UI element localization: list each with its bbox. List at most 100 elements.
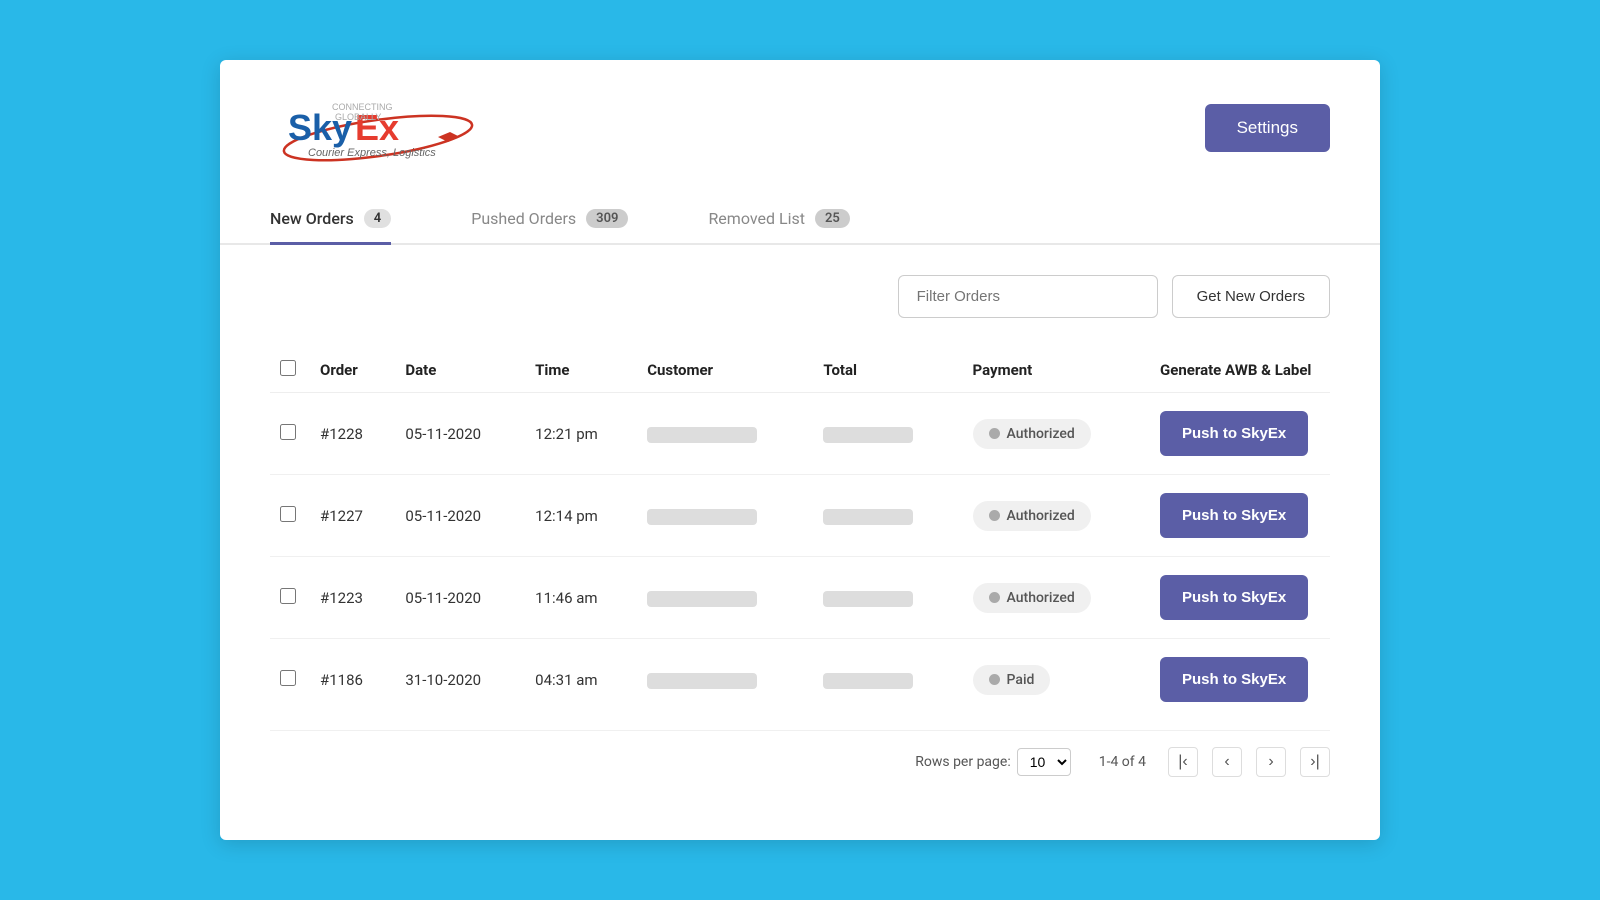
last-page-button[interactable]: ›| <box>1300 747 1330 777</box>
page-info: 1-4 of 4 <box>1099 754 1146 770</box>
rows-per-page-label: Rows per page: 10 25 50 <box>915 748 1076 776</box>
row-payment-1228: Authorized <box>963 393 1150 475</box>
payment-badge-1186: Paid <box>973 665 1051 695</box>
col-date: Date <box>395 348 525 393</box>
svg-text:CONNECTING: CONNECTING <box>332 102 393 112</box>
tab-new-orders-badge: 4 <box>364 209 391 228</box>
tab-pushed-orders-label: Pushed Orders <box>471 209 576 228</box>
col-payment: Payment <box>963 348 1150 393</box>
row-checkbox-1228[interactable] <box>280 424 296 440</box>
row-customer-1186 <box>637 639 813 721</box>
row-checkbox-cell <box>270 639 310 721</box>
row-checkbox-cell <box>270 475 310 557</box>
row-date-1186: 31-10-2020 <box>395 639 525 721</box>
tab-new-orders[interactable]: New Orders 4 <box>270 195 391 245</box>
row-time-1227: 12:14 pm <box>525 475 637 557</box>
total-blurred-1186 <box>823 673 913 689</box>
row-payment-1223: Authorized <box>963 557 1150 639</box>
row-customer-1228 <box>637 393 813 475</box>
payment-badge-1223: Authorized <box>973 583 1091 613</box>
header: Sky Ex Courier Express, Logistics CONNEC… <box>220 60 1380 185</box>
payment-status-1228: Authorized <box>1007 426 1075 442</box>
pagination-bar: Rows per page: 10 25 50 1-4 of 4 |‹ ‹ › … <box>270 730 1330 777</box>
next-page-button[interactable]: › <box>1256 747 1286 777</box>
row-date-1223: 05-11-2020 <box>395 557 525 639</box>
payment-badge-1227: Authorized <box>973 501 1091 531</box>
orders-table: Order Date Time Customer Total Payment G… <box>270 348 1330 720</box>
row-total-1223 <box>813 557 962 639</box>
payment-badge-1228: Authorized <box>973 419 1091 449</box>
row-action-1223: Push to SkyEx <box>1150 557 1330 639</box>
row-date-1227: 05-11-2020 <box>395 475 525 557</box>
svg-text:Courier Express, Logistics: Courier Express, Logistics <box>308 147 436 159</box>
logo-area: Sky Ex Courier Express, Logistics CONNEC… <box>270 90 490 165</box>
row-action-1186: Push to SkyEx <box>1150 639 1330 721</box>
row-action-1228: Push to SkyEx <box>1150 393 1330 475</box>
tab-removed-list[interactable]: Removed List 25 <box>708 195 849 245</box>
row-order-1223: #1223 <box>310 557 395 639</box>
row-checkbox-1223[interactable] <box>280 588 296 604</box>
table-header-row: Order Date Time Customer Total Payment G… <box>270 348 1330 393</box>
row-customer-1227 <box>637 475 813 557</box>
content-area: Get New Orders Order Date Time Customer … <box>220 245 1380 807</box>
total-blurred-1223 <box>823 591 913 607</box>
customer-blurred-1223 <box>647 591 757 607</box>
tab-pushed-orders-badge: 309 <box>586 209 628 228</box>
row-customer-1223 <box>637 557 813 639</box>
toolbar: Get New Orders <box>270 275 1330 318</box>
row-total-1186 <box>813 639 962 721</box>
payment-status-1186: Paid <box>1007 672 1035 688</box>
rows-per-page-select[interactable]: 10 25 50 <box>1017 748 1071 776</box>
payment-dot-1186 <box>989 674 1000 685</box>
filter-orders-input[interactable] <box>898 275 1158 318</box>
row-order-1227: #1227 <box>310 475 395 557</box>
push-to-skyex-button-1227[interactable]: Push to SkyEx <box>1160 493 1308 538</box>
col-time: Time <box>525 348 637 393</box>
total-blurred-1228 <box>823 427 913 443</box>
col-total: Total <box>813 348 962 393</box>
push-to-skyex-button-1223[interactable]: Push to SkyEx <box>1160 575 1308 620</box>
table-row: #1228 05-11-2020 12:21 pm Authorized Pus… <box>270 393 1330 475</box>
table-row: #1227 05-11-2020 12:14 pm Authorized Pus… <box>270 475 1330 557</box>
row-order-1186: #1186 <box>310 639 395 721</box>
payment-dot-1227 <box>989 510 1000 521</box>
push-to-skyex-button-1228[interactable]: Push to SkyEx <box>1160 411 1308 456</box>
row-time-1228: 12:21 pm <box>525 393 637 475</box>
row-time-1186: 04:31 am <box>525 639 637 721</box>
payment-dot-1228 <box>989 428 1000 439</box>
tab-pushed-orders[interactable]: Pushed Orders 309 <box>471 195 628 245</box>
tab-new-orders-label: New Orders <box>270 209 354 228</box>
col-customer: Customer <box>637 348 813 393</box>
tab-removed-list-label: Removed List <box>708 209 805 228</box>
col-generate-awb: Generate AWB & Label <box>1150 348 1330 393</box>
row-checkbox-1227[interactable] <box>280 506 296 522</box>
row-payment-1227: Authorized <box>963 475 1150 557</box>
row-total-1227 <box>813 475 962 557</box>
payment-status-1223: Authorized <box>1007 590 1075 606</box>
main-card: Sky Ex Courier Express, Logistics CONNEC… <box>220 60 1380 840</box>
skyex-logo: Sky Ex Courier Express, Logistics CONNEC… <box>270 90 490 165</box>
settings-button[interactable]: Settings <box>1205 104 1330 152</box>
total-blurred-1227 <box>823 509 913 525</box>
payment-dot-1223 <box>989 592 1000 603</box>
payment-status-1227: Authorized <box>1007 508 1075 524</box>
get-new-orders-button[interactable]: Get New Orders <box>1172 275 1330 318</box>
row-checkbox-1186[interactable] <box>280 670 296 686</box>
tabs-bar: New Orders 4 Pushed Orders 309 Removed L… <box>220 195 1380 245</box>
row-checkbox-cell <box>270 557 310 639</box>
row-date-1228: 05-11-2020 <box>395 393 525 475</box>
select-all-checkbox[interactable] <box>280 360 296 376</box>
customer-blurred-1228 <box>647 427 757 443</box>
customer-blurred-1227 <box>647 509 757 525</box>
push-to-skyex-button-1186[interactable]: Push to SkyEx <box>1160 657 1308 702</box>
tab-removed-list-badge: 25 <box>815 209 850 228</box>
first-page-button[interactable]: |‹ <box>1168 747 1198 777</box>
row-time-1223: 11:46 am <box>525 557 637 639</box>
row-order-1228: #1228 <box>310 393 395 475</box>
prev-page-button[interactable]: ‹ <box>1212 747 1242 777</box>
rows-per-page-text: Rows per page: <box>915 754 1010 770</box>
table-row: #1186 31-10-2020 04:31 am Paid Push to S… <box>270 639 1330 721</box>
customer-blurred-1186 <box>647 673 757 689</box>
table-row: #1223 05-11-2020 11:46 am Authorized Pus… <box>270 557 1330 639</box>
row-payment-1186: Paid <box>963 639 1150 721</box>
